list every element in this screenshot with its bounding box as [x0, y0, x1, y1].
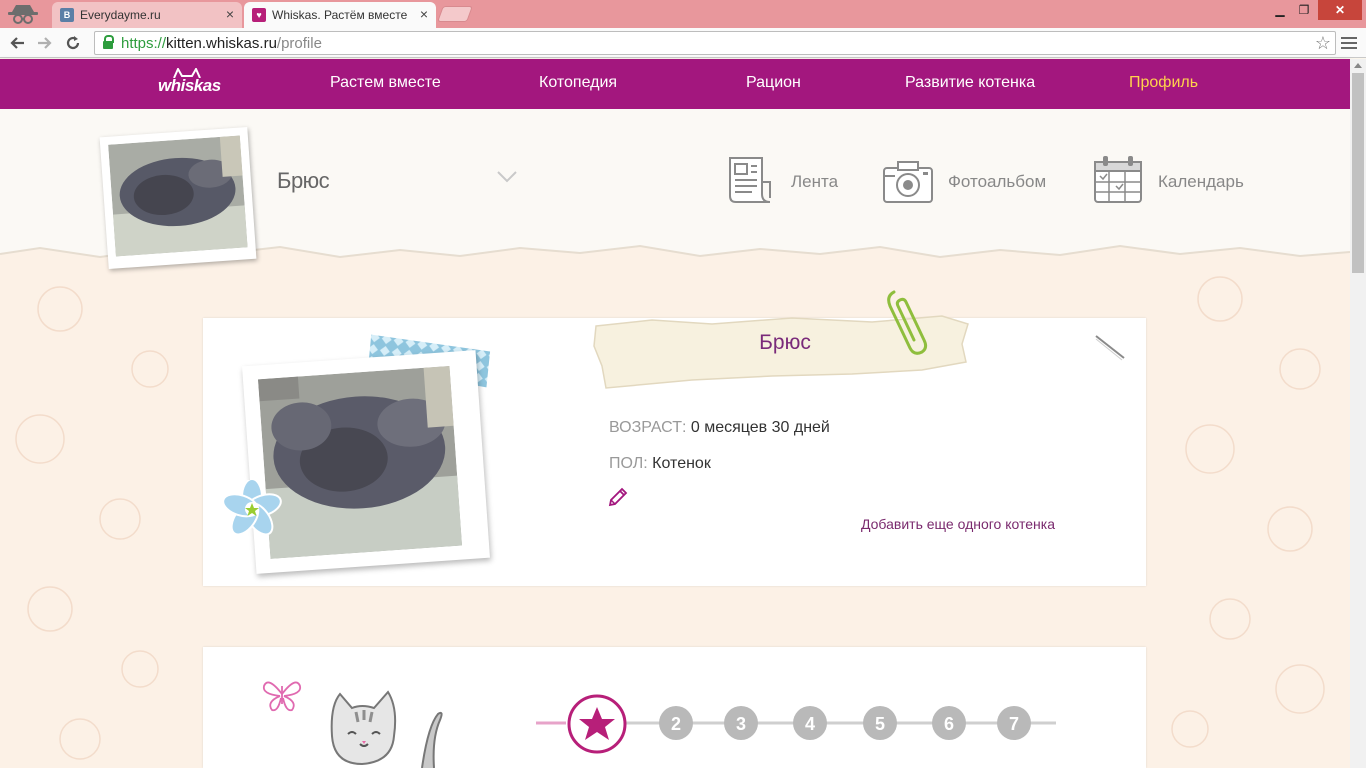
close-tab-icon[interactable]: × [420, 6, 428, 22]
kitten-illustration [330, 690, 443, 768]
browser-toolbar: https://kitten.whiskas.ru/profile ☆ [0, 28, 1366, 58]
tab-whiskas[interactable]: ♥ Whiskas. Растём вместе × [244, 2, 436, 28]
pet-name: Брюс [759, 331, 811, 354]
kitten-photo-frame[interactable] [242, 350, 490, 574]
step-4-label: 4 [805, 714, 815, 734]
url-text: https://kitten.whiskas.ru/profile [121, 34, 322, 52]
scrollbar-thumb[interactable] [1352, 73, 1364, 273]
sex-label: ПОЛ: [609, 455, 648, 472]
page-scrollbar[interactable] [1350, 59, 1366, 768]
address-bar[interactable]: https://kitten.whiskas.ru/profile ☆ [94, 31, 1336, 55]
camera-icon[interactable] [882, 156, 934, 208]
edit-info-icon[interactable] [607, 486, 629, 508]
browser-titlebar: В Everydayme.ru × ♥ Whiskas. Растём вмес… [0, 0, 1366, 28]
link-calendar[interactable]: Календарь [1158, 172, 1244, 192]
kitten-photo-large [257, 365, 463, 559]
development-steps: 2 3 4 5 6 7 [536, 694, 1056, 754]
link-photo-album[interactable]: Фотоальбом [948, 172, 1046, 192]
step-2-label: 2 [671, 714, 681, 734]
bookmark-star-icon[interactable]: ☆ [1315, 33, 1331, 54]
chevron-down-icon[interactable] [496, 170, 518, 184]
browser-menu-icon[interactable] [1340, 34, 1358, 52]
step-2[interactable]: 2 [659, 706, 693, 740]
age-row: ВОЗРАСТ: 0 месяцев 30 дней [609, 419, 830, 437]
step-3[interactable]: 3 [724, 706, 758, 740]
new-tab-button[interactable] [437, 6, 473, 22]
age-label: ВОЗРАСТ: [609, 419, 687, 436]
pet-name-selector[interactable]: Брюс [277, 168, 330, 194]
reload-button[interactable] [62, 32, 84, 54]
tab-title: Whiskas. Растём вместе [272, 8, 408, 22]
kitten-avatar[interactable] [99, 126, 257, 270]
step-6[interactable]: 6 [932, 706, 966, 740]
step-1[interactable] [567, 694, 627, 754]
tab-everydayme[interactable]: В Everydayme.ru × [52, 2, 242, 28]
back-button[interactable] [6, 32, 28, 54]
lock-icon [103, 35, 114, 49]
calendar-icon[interactable] [1092, 154, 1144, 206]
add-another-kitten-link[interactable]: Добавить еще одного котенка [861, 516, 1055, 532]
step-6-label: 6 [944, 714, 954, 734]
forward-arrow-icon [38, 37, 52, 49]
minimize-button[interactable]: ▁ [1268, 0, 1292, 20]
maximize-button[interactable]: ❐ [1292, 0, 1316, 20]
whiskas-logo[interactable]: whiskas [158, 68, 221, 102]
whiskas-icon: ♥ [252, 8, 266, 22]
nav-kitten-development[interactable]: Развитие котенка [905, 74, 1035, 92]
vk-icon: В [60, 8, 74, 22]
edit-pencil-icon[interactable] [1092, 332, 1128, 362]
flower-badge-icon [222, 480, 282, 536]
nav-profile[interactable]: Профиль [1129, 74, 1198, 92]
incognito-icon [8, 5, 38, 24]
reload-icon [66, 36, 80, 50]
nav-grow-together[interactable]: Растем вместе [330, 74, 441, 92]
site-navigation: whiskas Растем вместе Котопедия Рацион Р… [0, 59, 1350, 109]
step-7[interactable]: 7 [997, 706, 1031, 740]
butterfly-icon [262, 681, 302, 712]
scroll-up-arrow-icon[interactable] [1354, 63, 1362, 68]
sex-row: ПОЛ: Котенок [609, 455, 711, 473]
step-5-label: 5 [875, 714, 885, 734]
step-7-label: 7 [1009, 714, 1019, 734]
close-window-button[interactable]: ✕ [1318, 0, 1362, 20]
step-4[interactable]: 4 [793, 706, 827, 740]
forward-button[interactable] [34, 32, 56, 54]
step-5[interactable]: 5 [863, 706, 897, 740]
sex-value: Котенок [652, 455, 711, 472]
kitten-photo-small [108, 135, 248, 257]
link-feed[interactable]: Лента [791, 172, 838, 192]
newspaper-icon[interactable] [724, 154, 776, 206]
nav-kotopedia[interactable]: Котопедия [539, 74, 617, 92]
tab-title: Everydayme.ru [80, 8, 161, 22]
age-value: 0 месяцев 30 дней [690, 419, 830, 436]
paperclip-icon [887, 290, 928, 355]
close-tab-icon[interactable]: × [226, 6, 234, 22]
step-3-label: 3 [736, 714, 746, 734]
nav-diet[interactable]: Рацион [746, 74, 801, 92]
back-arrow-icon [10, 37, 24, 49]
